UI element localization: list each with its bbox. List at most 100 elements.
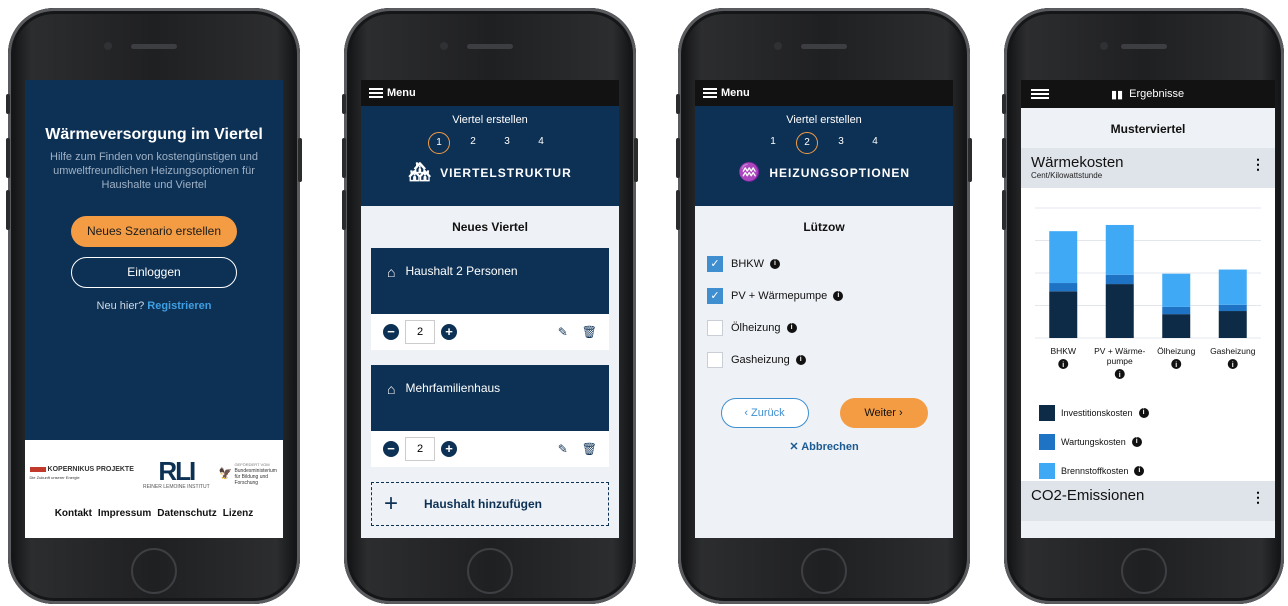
menu-icon[interactable]: [369, 86, 383, 100]
bar-segment-wartungskosten[interactable]: [1049, 283, 1078, 292]
showcase: Wärmeversorgung im Viertel Hilfe zum Fin…: [0, 0, 1288, 606]
district-name: Neues Viertel: [452, 220, 528, 234]
option-bhkw[interactable]: ✓ BHKW i: [705, 248, 943, 280]
info-icon[interactable]: i: [1134, 465, 1145, 476]
menu-icon[interactable]: [703, 86, 717, 100]
bar-segment-wartungskosten[interactable]: [1105, 274, 1134, 285]
partner-logos: KOPERNIKUS PROJEKTE Die Zukunft unserer …: [25, 440, 283, 500]
home-button[interactable]: [131, 548, 177, 594]
camera: [774, 42, 782, 50]
info-icon[interactable]: i: [833, 291, 844, 301]
household-controls: − 2 + ✎ 🗑: [371, 431, 609, 467]
close-icon: ✕: [789, 441, 802, 453]
back-button[interactable]: ‹ Zurück: [720, 398, 809, 428]
step-2[interactable]: 2: [462, 132, 484, 154]
bar-segment-brennstoffkosten[interactable]: [1162, 273, 1191, 307]
home-button[interactable]: [467, 548, 513, 594]
legend-label: Investitionskosten: [1061, 407, 1133, 418]
edit-icon[interactable]: ✎: [558, 442, 568, 456]
stacked-bar-chart: BHKW i PV + Wärme-pumpe i Ölheizung i Gasheizu…: [1035, 207, 1261, 379]
legend-swatch: [1039, 462, 1055, 479]
footer-link-kontakt[interactable]: Kontakt: [55, 508, 92, 519]
heating-icon: ♒: [737, 162, 762, 182]
options-body: Lützow ✓ BHKW i ✓ PV + Wärmepumpe i Ölhe…: [695, 206, 953, 538]
phone-frame-1: Wärmeversorgung im Viertel Hilfe zum Fin…: [6, 8, 302, 604]
volume-down-button: [676, 190, 680, 230]
bar-segment-brennstoffkosten[interactable]: [1218, 269, 1247, 305]
trash-icon[interactable]: 🗑: [582, 325, 597, 339]
bar-segment-wartungskosten[interactable]: [1162, 306, 1191, 315]
home-button[interactable]: [801, 548, 847, 594]
phone-frame-4: ▮▮ Ergebnisse Musterviertel Wärmekosten …: [1002, 8, 1284, 604]
footer-link-impressum[interactable]: Impressum: [98, 508, 151, 519]
step-4[interactable]: 4: [864, 132, 886, 154]
trash-icon[interactable]: 🗑: [582, 442, 597, 456]
legend-item-maintenance: Wartungskosten i: [1039, 427, 1149, 456]
quantity-field[interactable]: 2: [405, 320, 435, 344]
decrement-button[interactable]: −: [383, 441, 399, 457]
info-icon[interactable]: i: [1138, 407, 1149, 418]
eagle-icon: 🦅: [218, 468, 233, 480]
menu-label[interactable]: Menu: [721, 87, 750, 99]
menu-icon[interactable]: [1031, 87, 1049, 101]
footer-link-lizenz[interactable]: Lizenz: [223, 508, 254, 519]
legend-label: Wartungskosten: [1061, 436, 1126, 447]
more-vert-icon[interactable]: ⋮: [1251, 489, 1265, 506]
category-label: Gasheizung: [1210, 346, 1256, 356]
step-3[interactable]: 3: [496, 132, 518, 154]
stepper: 1 2 3 4: [361, 132, 619, 154]
checkbox[interactable]: [707, 320, 723, 336]
checkbox[interactable]: [707, 352, 723, 368]
footer-links: Kontakt Impressum Datenschutz Lizenz: [25, 508, 283, 519]
step-3[interactable]: 3: [830, 132, 852, 154]
bar-segment-brennstoffkosten[interactable]: [1049, 231, 1078, 284]
increment-button[interactable]: +: [441, 324, 457, 340]
checkbox-checked[interactable]: ✓: [707, 256, 723, 272]
bar-segment-brennstoffkosten[interactable]: [1105, 224, 1134, 275]
more-vert-icon[interactable]: ⋮: [1251, 156, 1265, 173]
decrement-button[interactable]: −: [383, 324, 399, 340]
option-oil[interactable]: Ölheizung i: [705, 312, 943, 344]
cancel-label: Abbrechen: [801, 441, 859, 453]
home-button[interactable]: [1121, 548, 1167, 594]
add-household-button[interactable]: + Haushalt hinzufügen: [371, 482, 609, 526]
option-pv-heatpump[interactable]: ✓ PV + Wärmepumpe i: [705, 280, 943, 312]
register-link[interactable]: Registrieren: [147, 300, 211, 312]
bar-segment-investitionskosten[interactable]: [1105, 284, 1134, 338]
info-icon-glyph: i: [1119, 372, 1121, 379]
category-label: BHKW: [1051, 346, 1077, 356]
info-icon[interactable]: i: [795, 355, 806, 365]
menu-label[interactable]: Menu: [387, 87, 416, 99]
new-here-text: Neu hier?: [96, 300, 145, 312]
app-title: Wärmeversorgung im Viertel: [45, 126, 263, 143]
bar-segment-investitionskosten[interactable]: [1049, 291, 1078, 338]
info-icon[interactable]: i: [786, 323, 797, 333]
house-icon: ⌂: [387, 264, 396, 280]
increment-button[interactable]: +: [441, 441, 457, 457]
bar-segment-investitionskosten[interactable]: [1218, 311, 1247, 338]
cancel-link[interactable]: ✕ Abbrechen: [705, 440, 943, 453]
step-4[interactable]: 4: [530, 132, 552, 154]
add-household-label: Haushalt hinzufügen: [424, 497, 543, 511]
info-icon[interactable]: i: [1131, 436, 1142, 447]
bmbf-funded-label: GEFÖRDERT VOM: [234, 462, 270, 467]
footer-link-datenschutz[interactable]: Datenschutz: [157, 508, 216, 519]
quantity-field[interactable]: 2: [405, 437, 435, 461]
info-icon[interactable]: i: [770, 259, 780, 269]
option-gas[interactable]: Gasheizung i: [705, 344, 943, 376]
login-button[interactable]: Einloggen: [71, 257, 237, 288]
next-button[interactable]: Weiter ›: [839, 398, 928, 428]
checkbox-checked[interactable]: ✓: [707, 288, 723, 304]
step-1[interactable]: 1: [762, 132, 784, 154]
bar-segment-wartungskosten[interactable]: [1218, 304, 1247, 312]
step-1[interactable]: 1: [428, 132, 450, 154]
bmbf-logo: 🦅 GEFÖRDERT VOM Bundesministerium für Bi…: [219, 462, 279, 486]
bar-segment-investitionskosten[interactable]: [1162, 314, 1191, 338]
step-2[interactable]: 2: [796, 132, 818, 154]
create-scenario-button[interactable]: Neues Szenario erstellen: [71, 216, 237, 247]
speaker: [467, 44, 513, 49]
top-bar: Menu: [361, 80, 619, 106]
edit-icon[interactable]: ✎: [558, 325, 568, 339]
district-name: Lützow: [803, 220, 845, 234]
step-section-label: VIERTELSTRUKTUR: [440, 165, 572, 180]
